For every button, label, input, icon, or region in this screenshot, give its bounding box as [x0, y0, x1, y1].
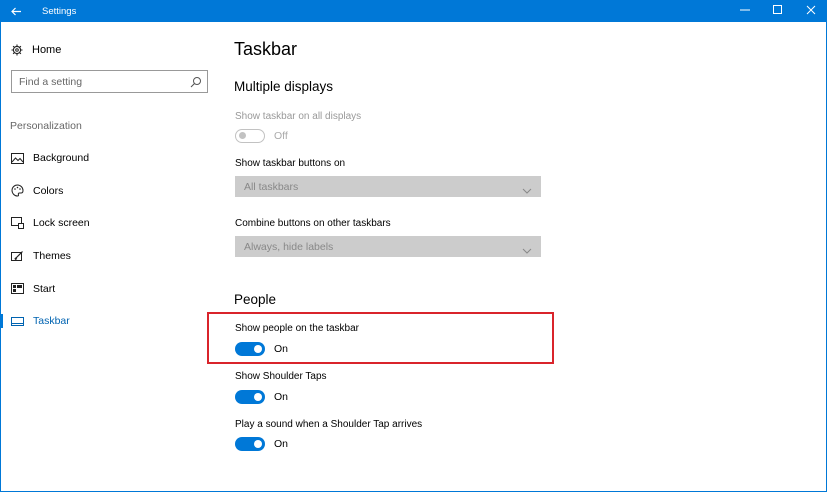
back-arrow-icon [10, 4, 22, 19]
close-button[interactable] [794, 0, 827, 22]
gear-icon [10, 43, 24, 57]
people-heading: People [234, 292, 277, 307]
sidebar-item-themes[interactable]: Themes [0, 240, 220, 273]
toggle-state: On [274, 438, 289, 450]
sidebar-item-start[interactable]: Start [0, 272, 220, 305]
show-people-label: Show people on the taskbar [235, 323, 359, 334]
toggle-state: On [274, 343, 289, 355]
taskbar-icon [11, 315, 24, 328]
sidebar-item-lock-screen[interactable]: Lock screen [0, 207, 220, 240]
dropdown-value: All taskbars [244, 180, 299, 193]
chevron-down-icon [522, 182, 532, 194]
nav-list: Background Colors Lock screen Themes Sta… [0, 142, 220, 338]
title-bar: Settings [0, 0, 827, 22]
sidebar-item-label: Colors [33, 184, 64, 197]
chevron-down-icon [522, 242, 532, 254]
minimize-icon [739, 5, 750, 18]
sidebar-item-label: Lock screen [33, 217, 90, 230]
toggle-state: Off [274, 130, 288, 142]
sidebar-item-home[interactable]: Home [10, 42, 61, 58]
picture-icon [11, 152, 24, 165]
sidebar-item-label: Background [33, 152, 90, 165]
sidebar: Home Personalization Background Colors L… [0, 22, 220, 492]
shoulder-taps-row: On [235, 390, 288, 404]
show-people-toggle[interactable] [235, 342, 265, 356]
sidebar-item-label: Home [32, 44, 62, 56]
combine-buttons-dropdown[interactable]: Always, hide labels [235, 236, 541, 257]
multiple-displays-heading: Multiple displays [234, 79, 334, 94]
maximize-button[interactable] [761, 0, 794, 22]
show-taskbar-all-label: Show taskbar on all displays [235, 111, 362, 122]
maximize-icon [772, 4, 783, 18]
section-header: Personalization [10, 120, 82, 132]
play-sound-label: Play a sound when a Shoulder Tap arrives [235, 419, 423, 430]
search-icon[interactable] [190, 75, 202, 88]
main-content: Taskbar Multiple displays Show taskbar o… [234, 22, 814, 492]
show-buttons-on-label: Show taskbar buttons on [235, 158, 346, 169]
show-buttons-on-dropdown[interactable]: All taskbars [235, 176, 541, 197]
play-sound-toggle[interactable] [235, 437, 265, 451]
lock-screen-icon [11, 217, 24, 230]
sidebar-item-label: Taskbar [33, 315, 70, 328]
search-input[interactable] [19, 75, 184, 88]
close-icon [806, 5, 816, 18]
search-box [11, 70, 208, 93]
page-title: Taskbar [234, 39, 298, 59]
show-people-row: On [235, 342, 288, 356]
shoulder-taps-toggle[interactable] [235, 390, 265, 404]
combine-buttons-label: Combine buttons on other taskbars [235, 218, 391, 229]
minimize-button[interactable] [728, 0, 761, 22]
sidebar-item-label: Start [33, 282, 56, 295]
themes-icon [11, 250, 24, 263]
palette-icon [11, 184, 24, 197]
back-button[interactable] [0, 0, 32, 22]
window-controls [728, 0, 827, 22]
shoulder-taps-label: Show Shoulder Taps [235, 371, 327, 382]
start-icon [11, 282, 24, 295]
dropdown-value: Always, hide labels [244, 240, 334, 253]
show-taskbar-all-toggle[interactable] [235, 129, 265, 143]
sidebar-item-label: Themes [33, 250, 71, 263]
toggle-state: On [274, 391, 289, 403]
window-title: Settings [42, 5, 77, 17]
show-taskbar-all-row: Off [235, 129, 288, 143]
sidebar-item-taskbar[interactable]: Taskbar [0, 305, 220, 338]
play-sound-row: On [235, 437, 288, 451]
sidebar-item-background[interactable]: Background [0, 142, 220, 175]
sidebar-item-colors[interactable]: Colors [0, 175, 220, 208]
